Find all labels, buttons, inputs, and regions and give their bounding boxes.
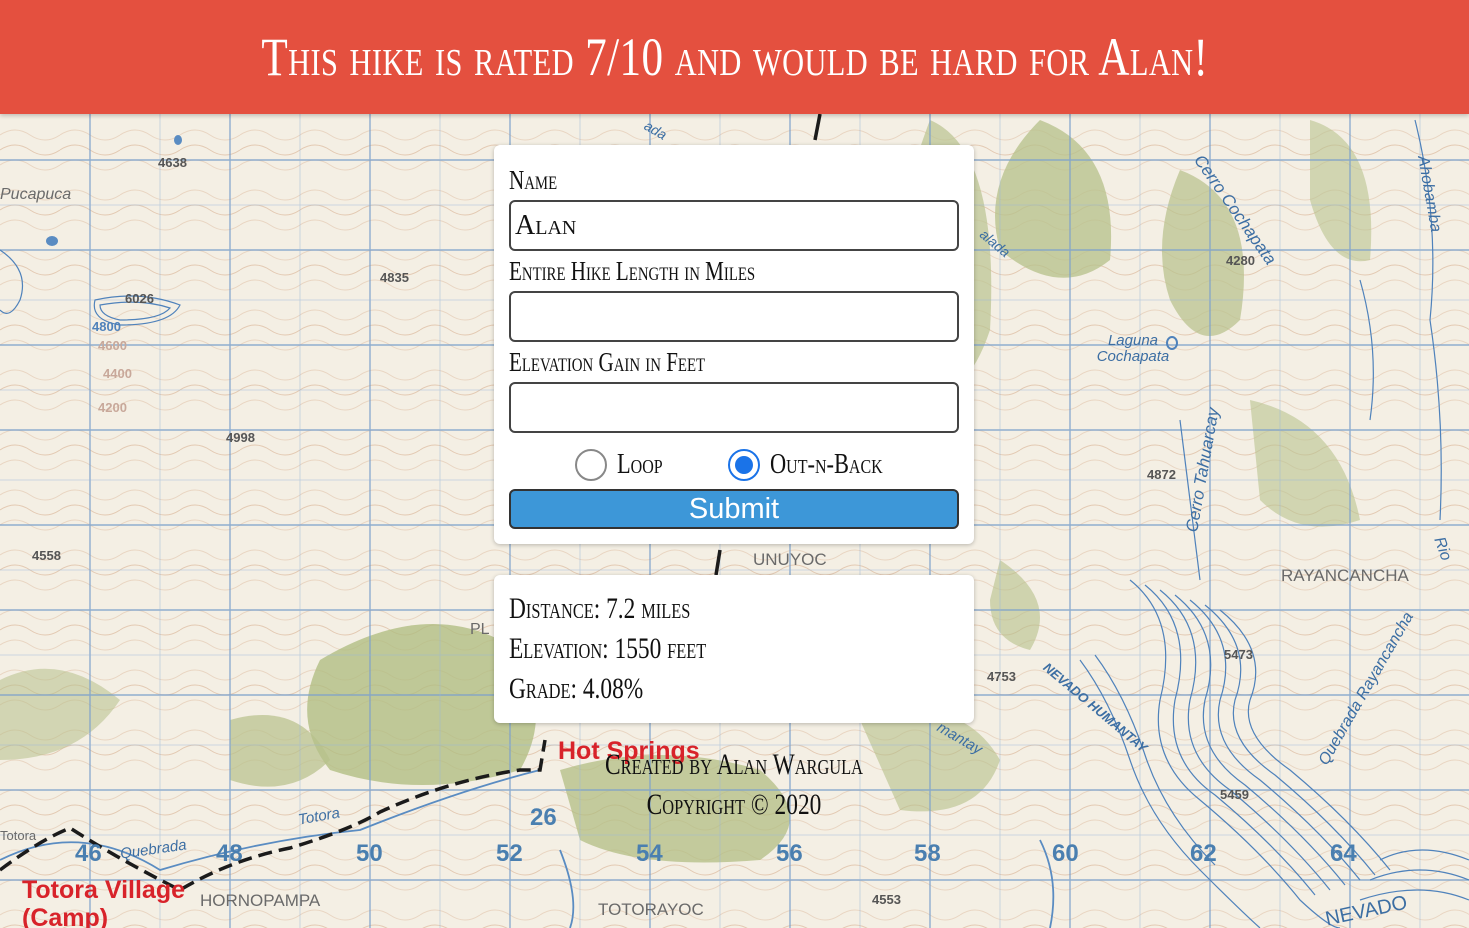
results-card: Distance: 7.2 miles Elevation: 1550 feet… xyxy=(494,575,974,723)
map-label-pl: PL xyxy=(470,621,490,638)
created-by-text: Created by Alan Wargula xyxy=(605,748,863,781)
map-grid-label: 62 xyxy=(1190,840,1217,867)
distance-result: Distance: 7.2 miles xyxy=(509,592,691,625)
map-elev-label: 4998 xyxy=(226,430,255,445)
elevation-gain-label: Elevation Gain in Feet xyxy=(509,347,706,377)
map-elev-label: 4638 xyxy=(158,155,187,170)
map-label-unuyoc: UNUYOC xyxy=(753,550,827,569)
map-label-totora: Totora xyxy=(0,828,37,843)
name-input[interactable] xyxy=(509,200,959,251)
map-grid-label: 64 xyxy=(1330,840,1357,867)
footer: Created by Alan Wargula Copyright © 2020 xyxy=(520,745,948,825)
map-grid-label: 54 xyxy=(636,840,663,867)
name-label: Name xyxy=(509,165,558,195)
map-grid-label: 50 xyxy=(356,840,383,867)
page-title: This hike is rated 7/10 and would be har… xyxy=(261,27,1208,87)
map-elev-label: 4800 xyxy=(92,319,121,334)
map-elev-label: 4280 xyxy=(1226,253,1255,268)
hike-length-label: Entire Hike Length in Miles xyxy=(509,256,756,286)
map-grid-label: 60 xyxy=(1052,840,1079,867)
map-elev-label: 5459 xyxy=(1220,787,1249,802)
map-grid-label: 48 xyxy=(216,840,243,867)
map-elev-label: 5473 xyxy=(1224,647,1253,662)
map-elev-label: 6026 xyxy=(125,291,154,306)
elevation-result: Elevation: 1550 feet xyxy=(509,632,707,665)
map-label-totora-village: Totora Village xyxy=(22,876,186,904)
map-grid-label: 52 xyxy=(496,840,523,867)
loop-radio[interactable] xyxy=(575,449,607,481)
elevation-gain-input[interactable] xyxy=(509,382,959,433)
grade-result: Grade: 4.08% xyxy=(509,672,644,705)
map-elev-label: 4400 xyxy=(103,366,132,381)
map-elev-label: 4553 xyxy=(872,892,901,907)
map-label-rayancancha: RAYANCANCHA xyxy=(1281,566,1409,585)
map-label-pucapuca: Pucapuca xyxy=(0,186,72,203)
out-n-back-radio-label: Out-n-Back xyxy=(770,449,883,480)
map-grid-label: 46 xyxy=(75,840,102,867)
copyright-text: Copyright © 2020 xyxy=(646,788,822,821)
map-elev-label: 4872 xyxy=(1147,467,1176,482)
loop-radio-label: Loop xyxy=(617,449,663,480)
map-grid-label: 56 xyxy=(776,840,803,867)
hike-length-input[interactable] xyxy=(509,291,959,342)
map-label-totorayoc: TOTORAYOC xyxy=(598,900,704,919)
map-label-camp: (Camp) xyxy=(22,904,109,928)
map-label-laguna-cochapata: Laguna Cochapata xyxy=(1096,332,1170,365)
header-banner: This hike is rated 7/10 and would be har… xyxy=(0,0,1469,114)
submit-button[interactable]: Submit xyxy=(509,489,959,529)
out-n-back-radio[interactable] xyxy=(728,449,760,481)
radio-option-loop[interactable]: Loop xyxy=(575,445,674,485)
map-elev-label: 4835 xyxy=(380,270,409,285)
map-elev-label: 4200 xyxy=(98,400,127,415)
hike-type-radio-group: Loop Out-n-Back xyxy=(494,445,974,485)
map-elev-label: 4558 xyxy=(32,548,61,563)
radio-option-out-n-back[interactable]: Out-n-Back xyxy=(728,445,911,485)
map-elev-label: 4600 xyxy=(98,338,127,353)
map-label-hornopampa: HORNOPAMPA xyxy=(200,891,321,910)
map-grid-label: 58 xyxy=(914,840,941,867)
map-elev-label: 4753 xyxy=(987,669,1016,684)
hike-form-card: Name Entire Hike Length in Miles Elevati… xyxy=(494,145,974,544)
